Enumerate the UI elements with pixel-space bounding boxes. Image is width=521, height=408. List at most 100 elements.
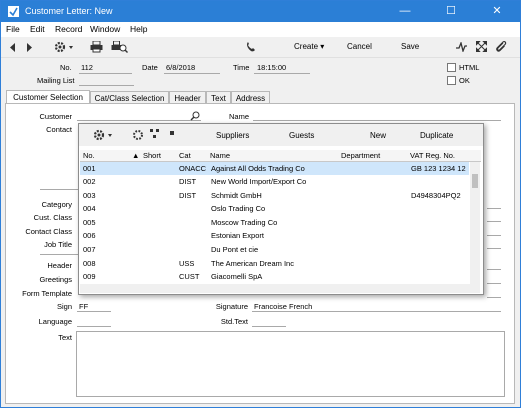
language-label: Language xyxy=(38,317,72,326)
menu-help[interactable]: Help xyxy=(130,24,147,34)
date-label: Date xyxy=(142,63,158,72)
customer-label: Customer xyxy=(39,112,72,121)
new-button[interactable]: New xyxy=(370,131,386,140)
table-row[interactable]: 003 DIST Schmidt GmbH D4948304PQ2 xyxy=(80,189,469,202)
customer-field[interactable] xyxy=(77,120,201,121)
no-field[interactable]: 112 xyxy=(81,63,93,72)
mailing-list-field[interactable] xyxy=(79,85,134,86)
contact-divider xyxy=(40,189,79,190)
name-label: Name xyxy=(229,112,250,121)
table-row[interactable]: 007 Du Pont et cie xyxy=(80,243,469,256)
mailing-list-label: Mailing List xyxy=(37,76,75,85)
column-cat[interactable]: Cat xyxy=(179,151,191,162)
save-button[interactable]: Save xyxy=(401,42,419,51)
date-field[interactable]: 6/8/2018 xyxy=(166,63,195,72)
table-row[interactable]: 006 Estonian Export xyxy=(80,229,469,242)
search-icon[interactable] xyxy=(190,111,200,121)
title-bar: Customer Letter: New — ☐ ✕ xyxy=(1,1,520,22)
column-name[interactable]: Name xyxy=(210,151,230,162)
print-icon[interactable] xyxy=(90,41,103,53)
previous-icon[interactable] xyxy=(9,43,17,52)
menu-edit[interactable]: Edit xyxy=(30,24,45,34)
cancel-button[interactable]: Cancel xyxy=(347,42,372,51)
suppliers-button[interactable]: Suppliers xyxy=(216,131,249,140)
row-cat: DIST xyxy=(179,191,197,200)
row-name: Du Pont et cie xyxy=(211,245,259,254)
table-row[interactable]: 001 ONACC Against All Odds Trading Co GB… xyxy=(80,162,469,175)
guests-button[interactable]: Guests xyxy=(289,131,314,140)
menu-file[interactable]: File xyxy=(6,24,20,34)
cust-class-field-edge xyxy=(487,221,501,222)
html-checkbox[interactable] xyxy=(447,63,456,72)
std-text-field[interactable] xyxy=(252,326,286,327)
row-cat: ONACC xyxy=(179,164,207,173)
name-field[interactable] xyxy=(253,120,501,121)
greetings-label: Greetings xyxy=(39,275,72,284)
row-cat: DIST xyxy=(179,177,197,186)
table-row[interactable]: 009 CUST Giacomelli SpA xyxy=(80,270,469,283)
minimize-button[interactable]: — xyxy=(382,1,428,22)
menu-bar: File Edit Record Window Help xyxy=(1,22,520,37)
gear-menu-icon[interactable] xyxy=(54,41,76,53)
row-no: 003 xyxy=(83,191,96,200)
table-row[interactable]: 005 Moscow Trading Co xyxy=(80,216,469,229)
job-title-field-edge xyxy=(487,248,501,249)
row-vat: GB 123 1234 12 xyxy=(411,164,466,173)
expand-icon[interactable] xyxy=(476,41,487,52)
sign-field[interactable]: FF xyxy=(79,302,88,311)
tree-icon[interactable] xyxy=(150,129,160,139)
signature-field-underline xyxy=(252,311,501,312)
row-name: The American Dream Inc xyxy=(211,259,294,268)
scrollbar-thumb[interactable] xyxy=(472,174,478,188)
table-row[interactable]: 004 Oslo Trading Co xyxy=(80,202,469,215)
language-field[interactable] xyxy=(77,326,111,327)
next-icon[interactable] xyxy=(26,43,34,52)
time-field[interactable]: 18:15:00 xyxy=(257,63,286,72)
row-no: 006 xyxy=(83,231,96,240)
ok-checkbox-label: OK xyxy=(459,76,470,85)
column-no[interactable]: No. xyxy=(83,151,95,162)
column-short[interactable]: Short xyxy=(143,151,161,162)
activity-icon[interactable] xyxy=(456,42,467,52)
row-no: 005 xyxy=(83,218,96,227)
menu-window[interactable]: Window xyxy=(90,24,120,34)
header-field-edge xyxy=(487,269,501,270)
column-department[interactable]: Department xyxy=(341,151,380,162)
row-cat: USS xyxy=(179,259,195,268)
menu-record[interactable]: Record xyxy=(55,24,82,34)
form-template-field-edge xyxy=(487,297,501,298)
duplicate-button[interactable]: Duplicate xyxy=(420,131,453,140)
contact-label: Contact xyxy=(46,125,72,134)
attachment-icon[interactable] xyxy=(495,40,507,53)
app-icon xyxy=(8,6,19,17)
maximize-button[interactable]: ☐ xyxy=(428,1,474,22)
row-no: 002 xyxy=(83,177,96,186)
row-name: Against All Odds Trading Co xyxy=(211,164,305,173)
text-area[interactable] xyxy=(76,331,505,397)
window-title: Customer Letter: New xyxy=(25,6,113,16)
create-label: Create xyxy=(294,42,319,51)
no-field-underline xyxy=(79,73,132,74)
ok-checkbox[interactable] xyxy=(447,76,456,85)
horizontal-scrollbar[interactable] xyxy=(80,284,480,293)
create-menu-button[interactable]: Create ▾ xyxy=(294,42,324,51)
sign-field-underline xyxy=(77,311,111,312)
signature-field[interactable]: Francoise French xyxy=(254,302,312,311)
table-row[interactable]: 002 DIST New World Import/Export Co xyxy=(80,175,469,188)
row-no: 009 xyxy=(83,272,96,281)
scrollbar[interactable] xyxy=(470,162,480,284)
phone-icon[interactable] xyxy=(246,41,256,52)
column-vat-reg-no[interactable]: VAT Reg. No. xyxy=(410,151,455,162)
row-name: Schmidt GmbH xyxy=(211,191,262,200)
settings-icon[interactable] xyxy=(132,129,144,141)
row-name: Estonian Export xyxy=(211,231,264,240)
sign-label: Sign xyxy=(56,302,72,311)
row-cat: CUST xyxy=(179,272,200,281)
close-button[interactable]: ✕ xyxy=(474,1,520,22)
customer-letter-window: Customer Letter: New — ☐ ✕ File Edit Rec… xyxy=(0,0,521,408)
print-preview-icon[interactable] xyxy=(111,41,128,53)
popup-gear-menu-icon[interactable] xyxy=(93,129,115,141)
stop-icon[interactable] xyxy=(170,131,175,136)
job-title-label: Job Title xyxy=(44,240,72,249)
table-row[interactable]: 008 USS The American Dream Inc xyxy=(80,257,469,270)
